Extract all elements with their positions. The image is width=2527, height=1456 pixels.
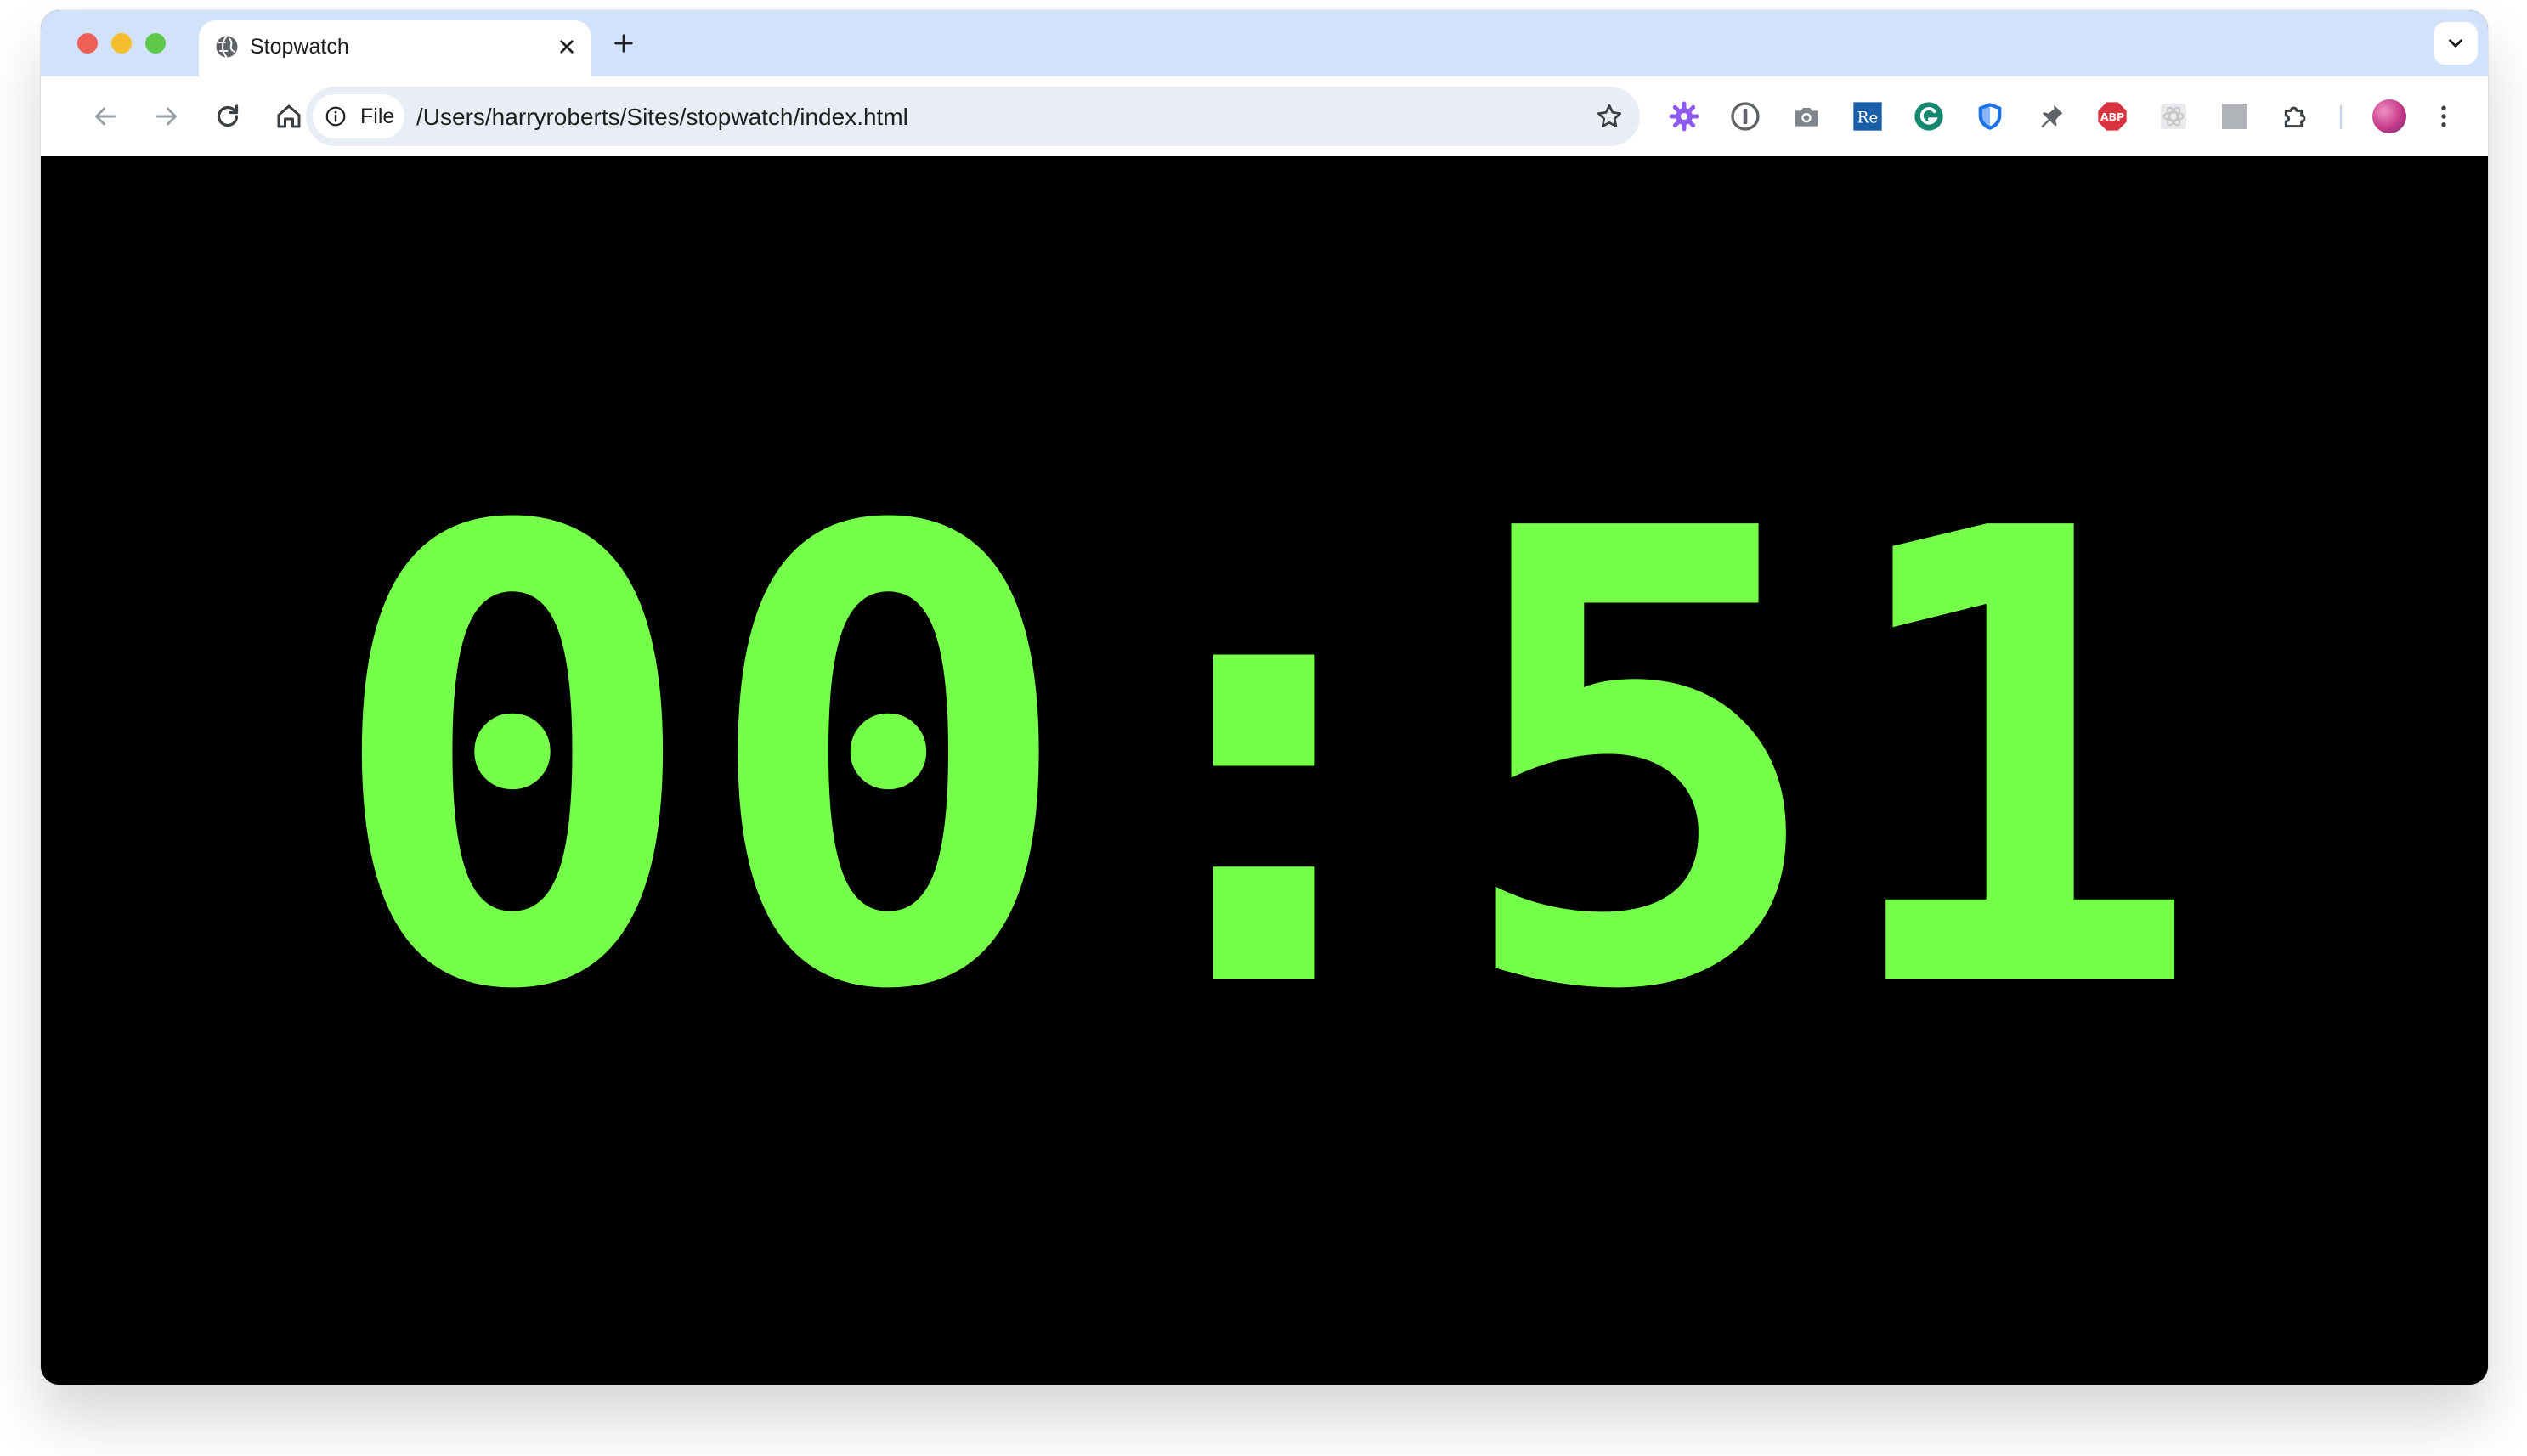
bookmark-star-icon[interactable] [1594,101,1625,132]
home-icon[interactable] [274,101,304,132]
react-devtools-icon[interactable] [2157,99,2191,133]
camera-icon[interactable] [1789,99,1823,133]
tab-strip: Stopwatch [41,10,2488,76]
site-info-chip[interactable]: File [313,94,404,138]
close-tab-icon[interactable] [554,34,579,59]
puzzle-icon[interactable] [2279,99,2313,133]
profile-avatar[interactable] [2372,99,2406,133]
grey-square-extension-icon[interactable] [2218,99,2252,133]
svg-text:ABP: ABP [2100,110,2124,123]
adblock-plus-icon[interactable]: ABP [2095,99,2129,133]
reload-icon[interactable] [212,101,243,132]
back-arrow-icon[interactable] [90,101,121,132]
scheme-label: File [360,104,395,128]
shield-extension-icon[interactable] [1973,99,2007,133]
toolbar-divider [2340,105,2342,129]
pin-extension-icon[interactable] [2034,99,2068,133]
grammarly-icon[interactable] [1912,99,1946,133]
maximize-window-button[interactable] [145,33,166,54]
page-viewport: 00:51 [41,156,2488,1385]
tab-title: Stopwatch [250,35,349,59]
globe-icon [214,34,240,59]
tab-search-button[interactable] [2434,22,2478,65]
1password-icon[interactable] [1728,99,1762,133]
close-window-button[interactable] [77,33,98,54]
tab-stopwatch[interactable]: Stopwatch [199,20,591,76]
chevron-down-icon [2449,39,2462,48]
address-bar[interactable]: File /Users/harryroberts/Sites/stopwatch… [306,87,1640,146]
new-tab-icon[interactable] [610,30,637,57]
svg-text:Re: Re [1857,110,1879,127]
re-extension-icon[interactable]: Re [1851,99,1885,133]
browser-window: Stopwatch File /Users/harryroberts/Sites… [41,10,2488,1385]
minimize-window-button[interactable] [111,33,132,54]
browser-toolbar: File /Users/harryroberts/Sites/stopwatch… [41,76,2488,157]
forward-arrow-icon[interactable] [151,101,182,132]
gear-extension-icon[interactable] [1667,99,1701,133]
info-icon [325,106,346,127]
url-text[interactable]: /Users/harryroberts/Sites/stopwatch/inde… [416,104,908,130]
stopwatch-display: 00:51 [324,399,2205,1126]
more-vertical-icon[interactable] [2428,101,2459,132]
